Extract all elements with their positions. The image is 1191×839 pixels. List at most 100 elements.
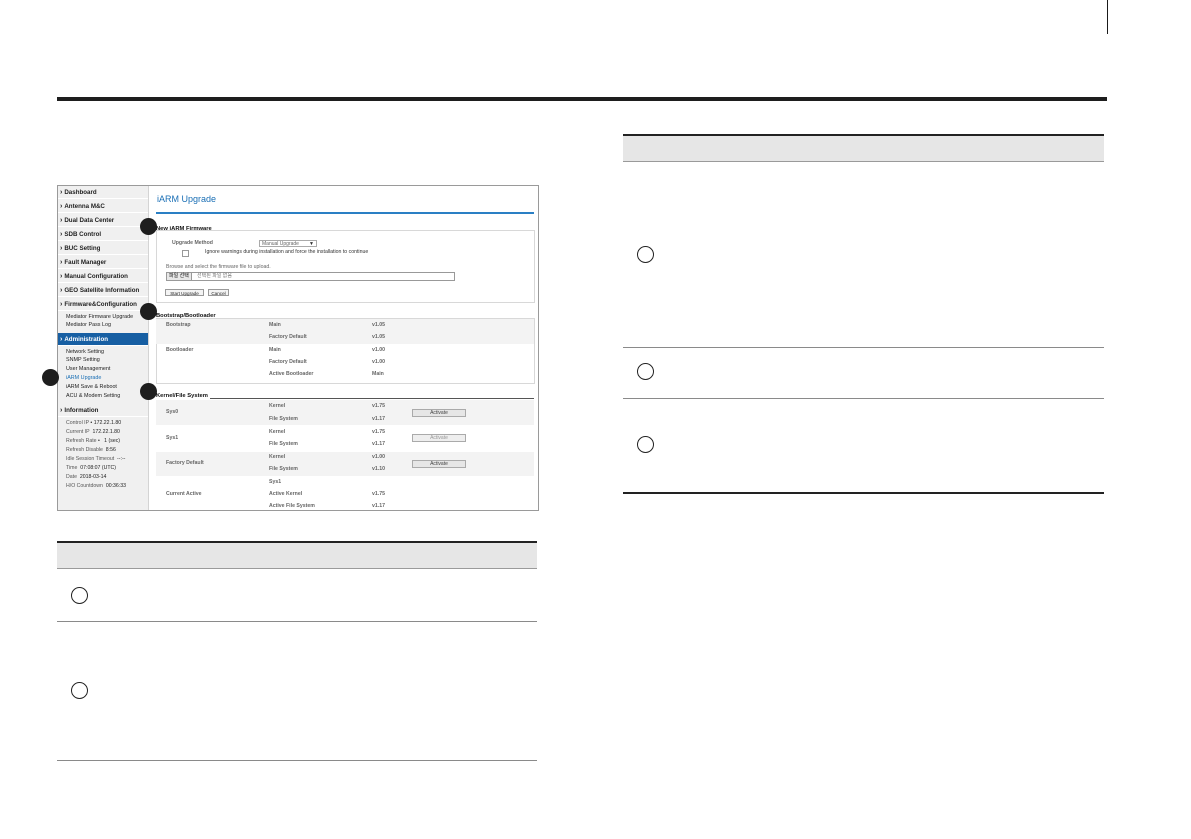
info-current-ip: Current IP 172.22.1.80 — [66, 429, 120, 435]
chevron-right-icon: › — [60, 273, 63, 280]
page-top-rule — [57, 97, 1107, 101]
chevron-right-icon: › — [60, 189, 63, 196]
nav-buc-setting[interactable]: › BUC Setting — [58, 242, 148, 255]
section-heading-kernel: Kernel/File System — [156, 393, 210, 399]
chevron-right-icon: › — [60, 217, 63, 224]
kernel-value: v1.75 — [372, 429, 385, 435]
kernel-row-band — [156, 400, 534, 425]
bootloader-value: v1.00 — [372, 359, 385, 365]
bootstrap-value: v1.05 — [372, 334, 385, 340]
nav-label: Antenna M&C — [64, 203, 105, 210]
sidebar-sub-iarm-upgrade[interactable]: iARM Upgrade — [66, 374, 101, 382]
kernel-value: v1.17 — [372, 416, 385, 422]
table-row-divider — [57, 621, 537, 622]
nav-label: Manual Configuration — [64, 273, 128, 280]
upgrade-method-select[interactable]: Manual Upgrade ▼ — [259, 240, 317, 247]
table-row-divider — [667, 398, 1104, 399]
sidebar-sub-network-setting[interactable]: Network Setting — [66, 348, 104, 356]
bootloader-name: Main — [269, 347, 281, 353]
info-ho-countdown: H/O Countdown 00:36:33 — [66, 483, 127, 489]
kernel-value: v1.17 — [372, 441, 385, 447]
chevron-right-icon: › — [60, 231, 63, 238]
kernel-group: Factory Default — [166, 460, 204, 466]
bootstrap-name: Main — [269, 322, 281, 328]
nav-dual-data-center[interactable]: › Dual Data Center — [58, 214, 148, 227]
nav-label: BUC Setting — [64, 245, 101, 252]
table-row-divider — [623, 398, 667, 399]
sidebar-sub-acu-modem-setting[interactable]: ACU & Modem Setting — [66, 392, 120, 400]
file-input[interactable]: 파일 선택 선택된 파일 없음 — [166, 272, 455, 281]
kernel-name: Active Kernel — [269, 491, 303, 497]
callout-marker-outline — [637, 246, 654, 263]
ignore-warnings-checkbox[interactable] — [182, 250, 189, 257]
nav-geo-satellite-information[interactable]: › GEO Satellite Information — [58, 284, 148, 297]
nav-label: GEO Satellite Information — [64, 287, 140, 294]
bootloader-name: Active Bootloader — [269, 371, 314, 377]
sidebar-sub-mediator-pass-log[interactable]: Mediator Pass Log — [66, 321, 111, 329]
info-refresh-disable: Refresh Disable 8:56 — [66, 447, 116, 453]
upgrade-method-label: Upgrade Method — [172, 240, 213, 246]
kernel-value: v1.75 — [372, 491, 385, 497]
sidebar-sub-iarm-save-reboot[interactable]: iARM Save & Reboot — [66, 383, 117, 391]
start-upgrade-button[interactable]: Start Upgrade — [165, 289, 204, 296]
chevron-right-icon: › — [60, 259, 63, 266]
callout-marker — [42, 369, 59, 386]
bootstrap-row-band — [156, 319, 534, 344]
page-title: iARM Upgrade — [157, 194, 217, 204]
activate-button-disabled[interactable]: Activate — [412, 434, 466, 442]
kernel-name: File System — [269, 466, 298, 472]
nav-label: Fault Manager — [64, 259, 107, 266]
nav-antenna-mc[interactable]: › Antenna M&C — [58, 200, 148, 213]
bootstrap-group: Bootstrap — [166, 322, 191, 328]
kernel-group: Sys1 — [166, 435, 179, 441]
title-underline — [156, 212, 534, 214]
kernel-name: Kernel — [269, 403, 286, 409]
nav-label: Information — [64, 407, 99, 414]
nav-administration[interactable]: › Administration — [58, 333, 148, 346]
kernel-value: v1.10 — [372, 466, 385, 472]
chevron-right-icon: › — [60, 245, 63, 252]
activate-button[interactable]: Activate — [412, 409, 466, 417]
cancel-button[interactable]: Cancel — [208, 289, 229, 296]
bootloader-value: v1.00 — [372, 347, 385, 353]
nav-manual-configuration[interactable]: › Manual Configuration — [58, 270, 148, 283]
callout-marker-outline — [637, 436, 654, 453]
info-idle-session-timeout: Idle Session Timeout --:-- — [66, 456, 126, 462]
callout-marker — [140, 383, 157, 400]
sidebar-sub-mediator-firmware-upgrade[interactable]: Mediator Firmware Upgrade — [66, 313, 133, 321]
nav-fault-manager[interactable]: › Fault Manager — [58, 256, 148, 269]
file-select-button[interactable]: 파일 선택 — [167, 273, 192, 280]
info-date: Date 2018-03-14 — [66, 474, 107, 480]
kernel-name: File System — [269, 441, 298, 447]
kernel-name: Sys1 — [269, 479, 282, 485]
kernel-value: v1.75 — [372, 403, 385, 409]
dropdown-arrow-icon: ▼ — [309, 241, 314, 247]
nav-sdb-control[interactable]: › SDB Control — [58, 228, 148, 241]
browse-label: Browse and select the firmware file to u… — [166, 264, 271, 270]
nav-label: Dashboard — [64, 189, 97, 196]
ignore-warnings-label: Ignore warnings during installation and … — [205, 249, 369, 255]
table-row-divider — [57, 760, 537, 761]
file-status-text: 선택된 파일 없음 — [197, 273, 232, 279]
nav-label: SDB Control — [64, 231, 102, 238]
info-control-ip: Control IP • 172.22.1.80 — [66, 420, 122, 426]
chevron-right-icon: › — [60, 287, 63, 294]
right-table-header — [623, 134, 1104, 162]
callout-marker-outline — [637, 363, 654, 380]
nav-label: Dual Data Center — [64, 217, 115, 224]
nav-information[interactable]: › Information — [58, 404, 148, 417]
kernel-value: v1.17 — [372, 503, 385, 509]
callout-marker-outline — [71, 587, 88, 604]
nav-firmware-configuration[interactable]: › Firmware&Configuration — [58, 298, 148, 311]
sidebar-sub-snmp-setting[interactable]: SNMP Setting — [66, 356, 100, 364]
bootloader-group: Bootloader — [166, 347, 194, 353]
callout-marker-outline — [71, 682, 88, 699]
activate-button[interactable]: Activate — [412, 460, 466, 468]
top-divider-line — [1107, 0, 1108, 34]
chevron-right-icon: › — [60, 336, 63, 343]
chevron-right-icon: › — [60, 301, 63, 308]
kernel-name: File System — [269, 416, 298, 422]
sidebar-sub-user-management[interactable]: User Management — [66, 365, 110, 373]
iarm-upgrade-screenshot: › Dashboard › Antenna M&C › Dual Data Cente… — [57, 185, 539, 511]
nav-dashboard[interactable]: › Dashboard — [58, 186, 148, 199]
